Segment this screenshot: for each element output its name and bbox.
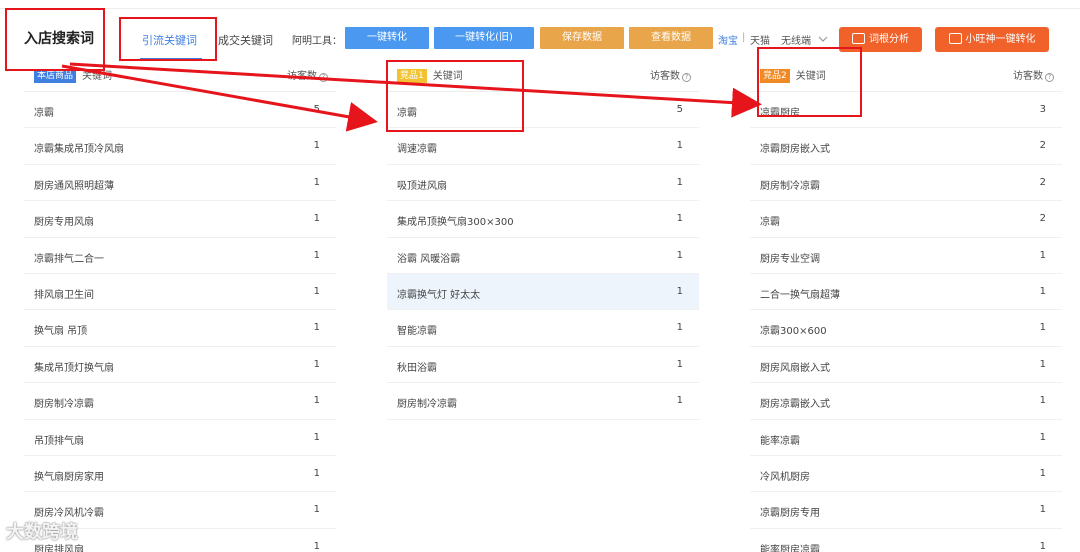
watermark: 大数跨境 — [6, 522, 78, 543]
annotation-arrows — [61, 62, 762, 132]
arrow-to-competitor-2 — [69, 62, 762, 118]
arrow-to-competitor-1 — [61, 64, 378, 132]
